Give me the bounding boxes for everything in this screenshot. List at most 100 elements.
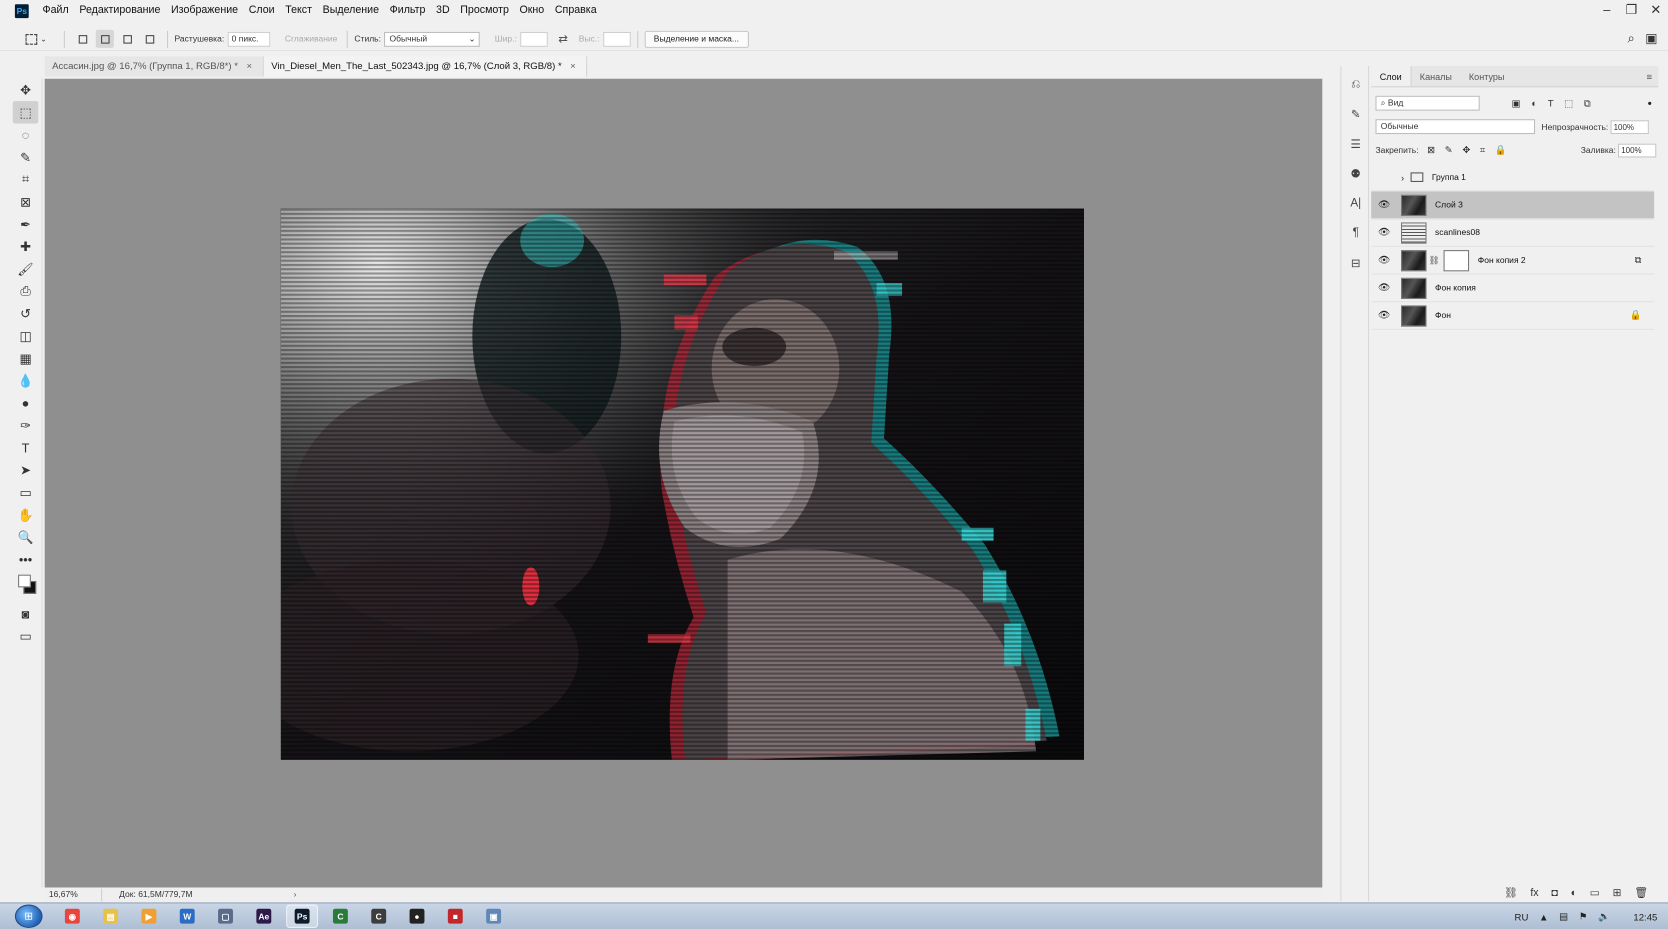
lock-position-icon[interactable]: ✥ <box>1462 144 1470 156</box>
close-icon[interactable]: × <box>570 56 576 76</box>
clone-source-icon[interactable]: ⚉ <box>1341 162 1370 185</box>
opacity-input[interactable]: 100% <box>1610 119 1649 134</box>
workspace-icon[interactable]: ▣ <box>1645 31 1657 47</box>
select-and-mask-button[interactable]: Выделение и маска... <box>644 30 749 48</box>
eye-icon[interactable]: 👁 <box>1371 199 1397 211</box>
frame-icon[interactable]: ⊠ <box>13 190 39 212</box>
taskbar-app-media[interactable]: ▶ <box>133 905 165 928</box>
lock-pixels-icon[interactable]: ✎ <box>1445 144 1453 156</box>
properties-panel-icon[interactable]: ⊟ <box>1341 251 1370 274</box>
zoom-level-field[interactable]: 16,67% <box>45 888 103 902</box>
screen-mode-icon[interactable]: ▭ <box>13 625 39 647</box>
foreground-color-swatch[interactable] <box>18 574 31 588</box>
taskbar-app-app10[interactable]: ● <box>401 905 433 928</box>
brush-settings-icon[interactable]: ✎ <box>1341 102 1370 125</box>
width-input[interactable] <box>520 31 548 47</box>
blur-icon[interactable]: 💧 <box>13 369 39 391</box>
taskbar-app-chrome[interactable]: ◉ <box>56 905 88 928</box>
adjustment-filter-icon[interactable]: ◐ <box>1531 97 1537 109</box>
swap-icon[interactable]: ⇄ <box>558 32 568 46</box>
chevron-right-icon[interactable]: › <box>1401 172 1404 183</box>
eye-icon[interactable]: 👁 <box>1371 282 1397 294</box>
eye-icon[interactable]: 👁 <box>1371 254 1397 266</box>
language-indicator[interactable]: RU <box>1515 911 1529 922</box>
new-selection-button[interactable] <box>73 30 91 48</box>
adjustments-panel-icon[interactable]: ☰ <box>1341 132 1370 155</box>
layer-kind-filter-select[interactable]: ⌕ Вид <box>1375 95 1480 111</box>
subtract-selection-button[interactable] <box>118 30 136 48</box>
panel-menu-icon[interactable]: ≡ <box>1646 66 1658 86</box>
close-button[interactable]: ✕ <box>1644 0 1668 21</box>
taskbar-app-explorer[interactable]: ▤ <box>95 905 127 928</box>
volume-icon[interactable]: 🔈 <box>1598 911 1610 923</box>
document-canvas[interactable] <box>280 208 1084 760</box>
close-icon[interactable]: × <box>246 56 252 76</box>
zoom-icon[interactable]: 🔍 <box>13 526 39 548</box>
shape-filter-icon[interactable]: ⬚ <box>1564 97 1573 109</box>
minimize-button[interactable]: – <box>1595 0 1619 21</box>
visibility-toggle-icon[interactable]: ● <box>1371 172 1397 183</box>
layer-group-1[interactable]: ● › Группа 1 <box>1371 164 1655 192</box>
lock-all-icon[interactable]: 🔒 <box>1495 144 1507 156</box>
height-input[interactable] <box>602 31 631 47</box>
menu-view[interactable]: Просмотр <box>455 0 514 21</box>
antialias-checkbox[interactable]: Сглаживание <box>285 34 338 44</box>
eyedropper-icon[interactable]: ✒ <box>13 213 39 235</box>
taskbar-app-word[interactable]: W <box>171 905 203 928</box>
tool-preset-picker[interactable]: ⌄ <box>25 33 58 45</box>
style-select[interactable]: Обычный ⌄ <box>384 31 480 47</box>
pen-icon[interactable]: ✑ <box>13 414 39 436</box>
tab-paths[interactable]: Контуры <box>1460 66 1513 86</box>
adjustment-layer-icon[interactable]: ◐ <box>1571 888 1577 900</box>
menu-3d[interactable]: 3D <box>431 0 455 21</box>
menu-select[interactable]: Выделение <box>317 0 384 21</box>
path-select-icon[interactable]: ➤ <box>13 459 39 481</box>
eye-icon[interactable]: 👁 <box>1371 310 1397 322</box>
menu-edit[interactable]: Редактирование <box>74 0 166 21</box>
search-icon[interactable]: ⌕ <box>1628 31 1635 47</box>
quick-select-icon[interactable]: ✎ <box>13 146 39 168</box>
layer-fon-kopiya-2[interactable]: 👁 ⛓ Фон копия 2 ⧉ <box>1371 247 1655 275</box>
status-menu-arrow-icon[interactable]: › <box>294 889 297 902</box>
quick-mask-icon[interactable]: ◙ <box>13 602 39 624</box>
eye-icon[interactable]: 👁 <box>1371 227 1397 239</box>
tab-channels[interactable]: Каналы <box>1411 66 1460 86</box>
fill-input[interactable]: 100% <box>1618 143 1657 157</box>
tab-document-vin-diesel[interactable]: Vin_Diesel_Men_The_Last_502343.jpg @ 16,… <box>263 56 588 77</box>
intersect-selection-button[interactable] <box>140 30 158 48</box>
lock-transparency-icon[interactable]: ⊠ <box>1427 144 1435 156</box>
link-layers-icon[interactable]: ⛓ <box>1504 888 1518 900</box>
layer-scanlines08[interactable]: 👁 scanlines08 <box>1371 219 1655 247</box>
menu-image[interactable]: Изображение <box>166 0 244 21</box>
canvas-workspace[interactable] <box>44 78 1323 888</box>
type-icon[interactable]: T <box>13 436 39 458</box>
fx-icon[interactable]: fx <box>1530 888 1538 900</box>
stamp-icon[interactable]: ⎙ <box>13 280 39 302</box>
color-swatches[interactable] <box>15 570 42 602</box>
add-selection-button[interactable] <box>95 29 114 48</box>
clock[interactable]: 12:45 <box>1633 911 1657 922</box>
more-icon[interactable]: ••• <box>13 548 39 570</box>
taskbar-app-app11[interactable]: ■ <box>439 905 471 928</box>
menu-type[interactable]: Текст <box>280 0 317 21</box>
layer-fon[interactable]: 👁 Фон 🔒 <box>1371 302 1655 330</box>
tab-document-assassin[interactable]: Ассасин.jpg @ 16,7% (Группа 1, RGB/8*) *… <box>44 56 264 77</box>
taskbar-app-photoshop[interactable]: Ps <box>286 904 319 928</box>
lock-artboard-icon[interactable]: ⌗ <box>1480 144 1485 156</box>
trash-icon[interactable]: 🗑 <box>1634 888 1648 900</box>
flag-icon[interactable]: ⚑ <box>1579 911 1588 923</box>
add-mask-icon[interactable]: ◘ <box>1551 888 1557 900</box>
type-filter-icon[interactable]: T <box>1548 97 1554 109</box>
menu-window[interactable]: Окно <box>514 0 549 21</box>
chain-link-icon[interactable]: ⛓ <box>1429 255 1440 265</box>
hand-icon[interactable]: ✋ <box>13 503 39 525</box>
history-panel-icon[interactable]: ⎌ <box>1341 72 1370 95</box>
pixel-filter-icon[interactable]: ▣ <box>1512 97 1521 109</box>
taskbar-app-app12[interactable]: ▣ <box>478 905 510 928</box>
menu-filter[interactable]: Фильтр <box>384 0 430 21</box>
brush-icon[interactable]: 🖌 <box>13 258 39 280</box>
layer-fon-kopiya[interactable]: 👁 Фон копия <box>1371 275 1655 303</box>
shape-icon[interactable]: ▭ <box>13 481 39 503</box>
restore-button[interactable]: ❐ <box>1619 0 1643 21</box>
smart-object-filter-icon[interactable]: ⧉ <box>1584 97 1591 109</box>
